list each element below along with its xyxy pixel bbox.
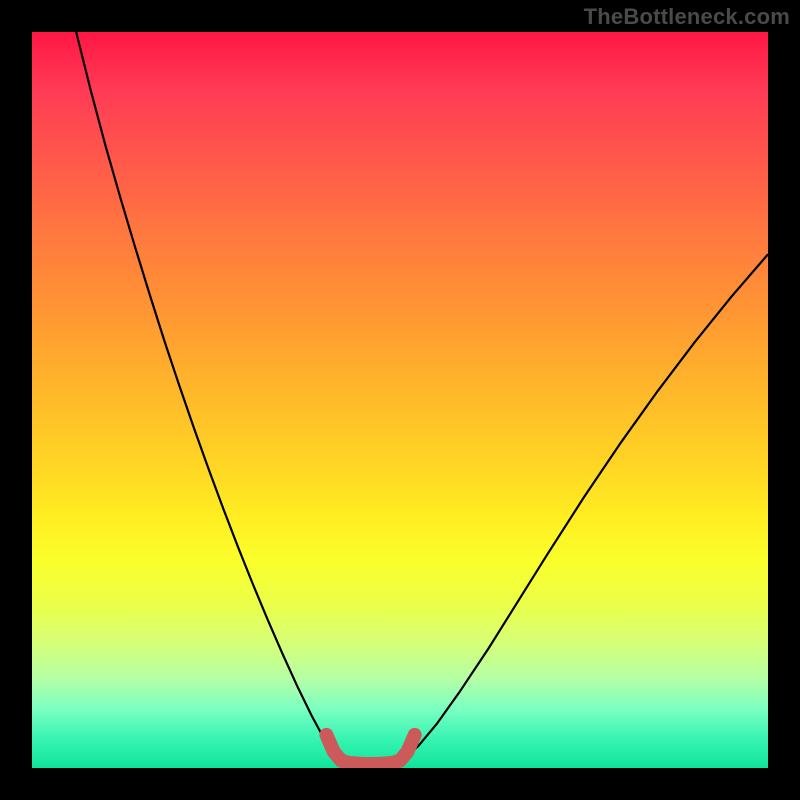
curve-group — [76, 32, 768, 764]
chart-frame: TheBottleneck.com — [0, 0, 800, 800]
valley-highlight-line — [326, 735, 414, 764]
watermark-text: TheBottleneck.com — [584, 4, 790, 30]
chart-overlay — [32, 32, 768, 768]
left-curve-line — [76, 32, 337, 759]
plot-area — [32, 32, 768, 768]
right-curve-line — [404, 254, 768, 759]
